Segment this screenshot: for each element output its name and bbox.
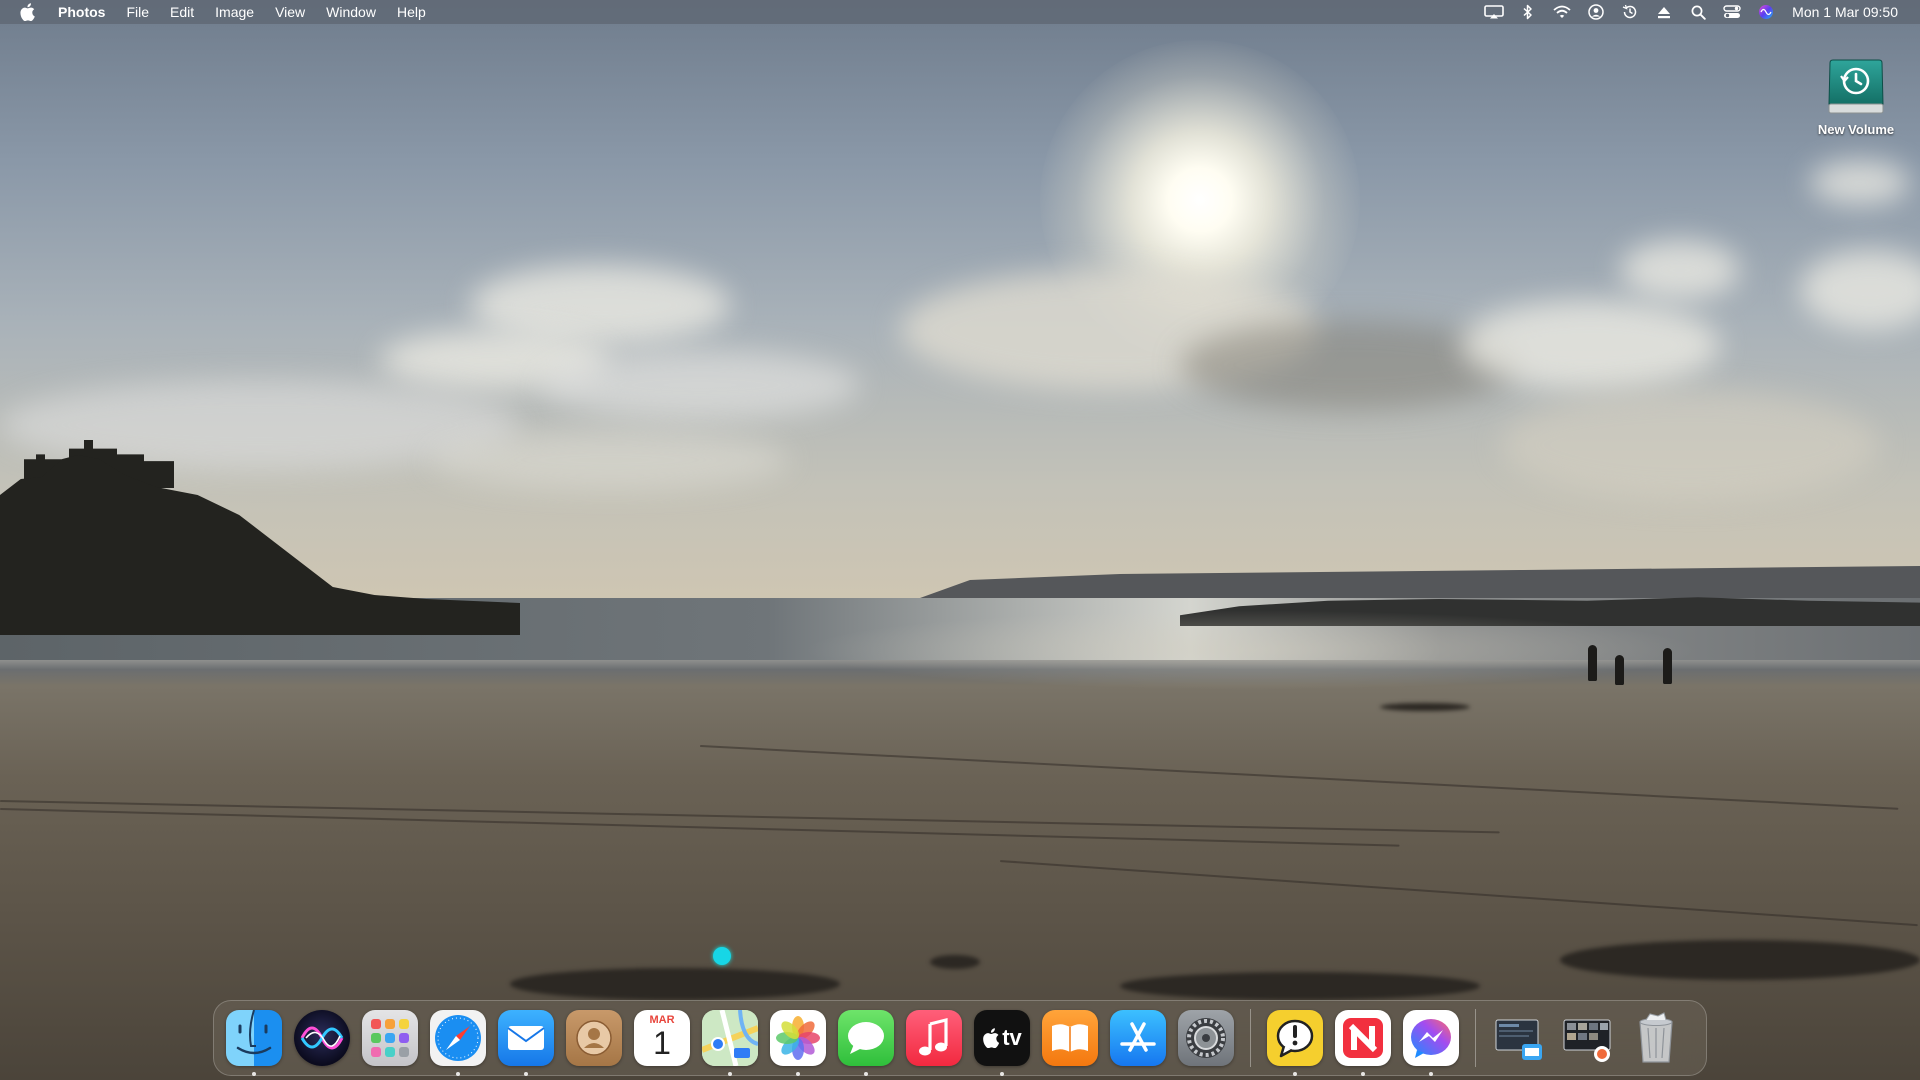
user-icon[interactable] [1584, 1, 1608, 23]
dock-maps[interactable] [696, 1004, 764, 1076]
dock-divider [1475, 1009, 1476, 1067]
menu-clock[interactable]: Mon 1 Mar 09:50 [1792, 4, 1898, 20]
dock-launchpad[interactable] [356, 1004, 424, 1072]
dock-music[interactable] [900, 1004, 968, 1072]
system-preferences-icon [1178, 1010, 1234, 1066]
dock-news[interactable] [1329, 1004, 1397, 1076]
control-center-icon[interactable] [1720, 1, 1744, 23]
time-machine-icon[interactable] [1618, 1, 1642, 23]
finder-icon [226, 1010, 282, 1066]
dock-tv[interactable]: tv [968, 1004, 1036, 1076]
dock-documents-stack[interactable] [1486, 1004, 1554, 1072]
dock: MAR 1 tv [213, 1000, 1707, 1076]
menu-bar: Photos File Edit Image View Window Help [0, 0, 1920, 24]
documents-stack-icon [1492, 1010, 1548, 1066]
dock-photos[interactable] [764, 1004, 832, 1076]
menu-edit[interactable]: Edit [170, 4, 194, 20]
music-icon [906, 1010, 962, 1066]
messenger-icon [1403, 1010, 1459, 1066]
siri-icon[interactable] [1754, 1, 1778, 23]
desktop-icon-label: New Volume [1817, 122, 1895, 137]
launchpad-icon [362, 1010, 418, 1066]
bluetooth-icon[interactable] [1516, 1, 1540, 23]
wallpaper-person [1615, 655, 1624, 685]
maps-icon [702, 1010, 758, 1066]
dock-trash[interactable] [1622, 1004, 1690, 1072]
books-icon [1042, 1010, 1098, 1066]
cursor-pointer [713, 947, 731, 965]
safari-icon [430, 1010, 486, 1066]
dock-feedback-assistant[interactable] [1261, 1004, 1329, 1076]
photos-icon [770, 1010, 826, 1066]
time-machine-drive-icon [1827, 56, 1885, 116]
apple-menu-icon[interactable] [20, 3, 36, 21]
wifi-icon[interactable] [1550, 1, 1574, 23]
downloads-stack-icon [1560, 1010, 1616, 1066]
apple-tv-icon: tv [974, 1010, 1030, 1066]
dock-messages[interactable] [832, 1004, 900, 1076]
menu-image[interactable]: Image [215, 4, 254, 20]
menu-view[interactable]: View [275, 4, 305, 20]
dock-app-store[interactable] [1104, 1004, 1172, 1072]
desktop-icon-new-volume[interactable]: New Volume [1808, 56, 1904, 137]
dock-safari[interactable] [424, 1004, 492, 1076]
wallpaper-person [1588, 645, 1597, 681]
trash-icon [1628, 1010, 1684, 1066]
eject-icon[interactable] [1652, 1, 1676, 23]
dock-messenger[interactable] [1397, 1004, 1465, 1076]
tv-label: tv [1002, 1025, 1022, 1050]
dock-divider [1250, 1009, 1251, 1067]
wallpaper-person [1663, 648, 1672, 684]
dock-system-preferences[interactable] [1172, 1004, 1240, 1072]
desktop-wallpaper [0, 0, 1920, 1080]
dock-siri[interactable] [288, 1004, 356, 1072]
screen-mirroring-icon[interactable] [1482, 1, 1506, 23]
wallpaper-far-coast [920, 566, 1920, 598]
news-icon [1335, 1010, 1391, 1066]
contacts-icon [566, 1010, 622, 1066]
dock-books[interactable] [1036, 1004, 1104, 1072]
dock-mail[interactable] [492, 1004, 560, 1076]
siri-icon [294, 1010, 350, 1066]
menu-window[interactable]: Window [326, 4, 376, 20]
spotlight-search-icon[interactable] [1686, 1, 1710, 23]
feedback-assistant-icon [1267, 1010, 1323, 1066]
calendar-icon: MAR 1 [634, 1010, 690, 1066]
menu-file[interactable]: File [126, 4, 149, 20]
dock-calendar[interactable]: MAR 1 [628, 1004, 696, 1072]
dock-downloads-stack[interactable] [1554, 1004, 1622, 1072]
calendar-day: 1 [653, 1025, 671, 1061]
dock-contacts[interactable] [560, 1004, 628, 1072]
messages-icon [838, 1010, 894, 1066]
menu-help[interactable]: Help [397, 4, 426, 20]
mail-icon [498, 1010, 554, 1066]
menu-app-name[interactable]: Photos [58, 4, 105, 20]
app-store-icon [1110, 1010, 1166, 1066]
dock-finder[interactable] [220, 1004, 288, 1076]
